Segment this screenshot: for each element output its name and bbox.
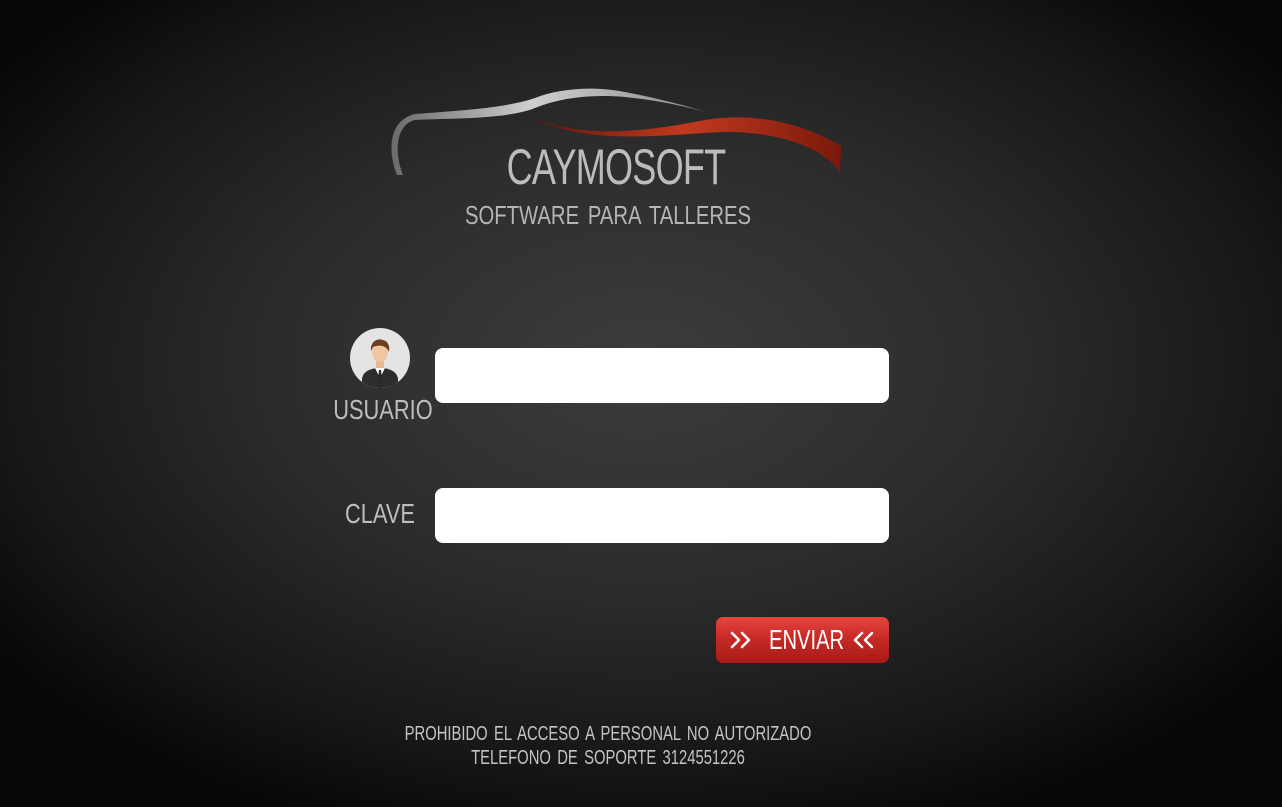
footer-support-phone: TELEFONO DE SOPORTE 3124551226 bbox=[471, 747, 745, 769]
double-chevron-left-icon bbox=[853, 631, 874, 649]
password-input[interactable] bbox=[435, 488, 889, 543]
submit-button-label: ENVIAR bbox=[769, 624, 845, 655]
user-label: USUARIO bbox=[333, 394, 433, 425]
double-chevron-right-icon bbox=[730, 631, 751, 649]
submit-button[interactable]: ENVIAR bbox=[716, 617, 889, 663]
user-avatar-icon bbox=[350, 328, 410, 388]
brand-tagline: SOFTWARE PARA TALLERES bbox=[464, 200, 752, 230]
password-label: CLAVE bbox=[344, 498, 416, 529]
user-input[interactable] bbox=[435, 348, 889, 403]
brand-name: CAYMOSOFT bbox=[506, 139, 727, 195]
brand-logo: CAYMOSOFT SOFTWARE PARA TALLERES bbox=[385, 80, 847, 240]
footer-warning: PROHIBIDO EL ACCESO A PERSONAL NO AUTORI… bbox=[404, 723, 812, 745]
